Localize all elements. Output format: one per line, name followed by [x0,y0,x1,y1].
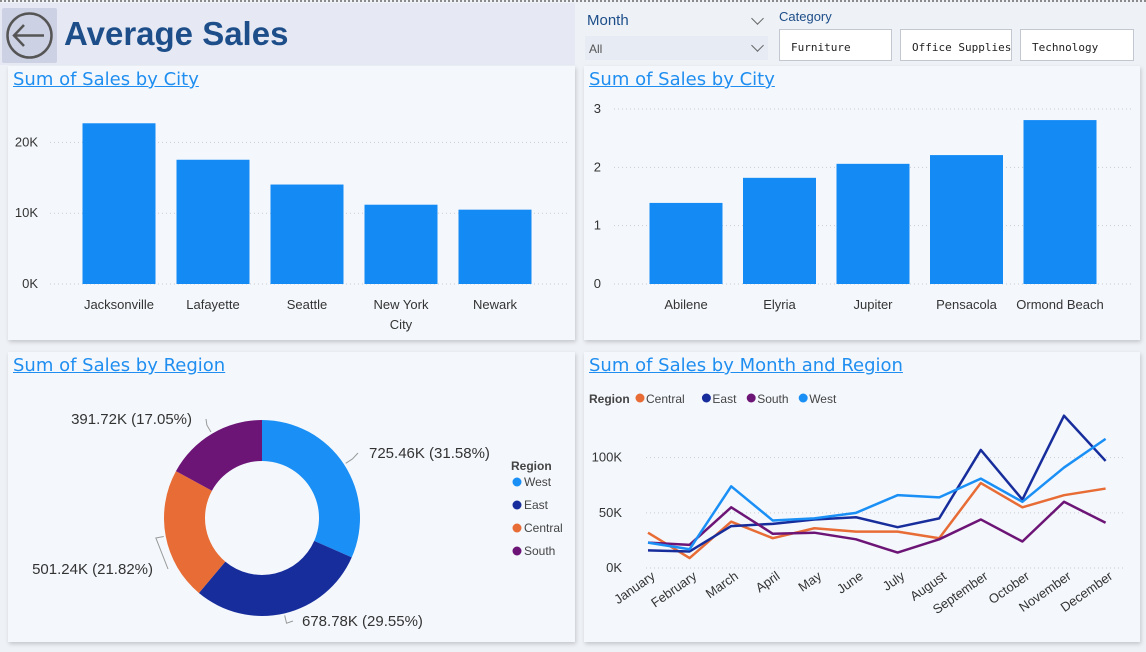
legend-label: West [524,475,552,489]
region-sales-panel: Sum of Sales by Region 725.46K (31.58%) 6… [8,352,575,642]
city-sales-panel-1: Sum of Sales by City 0K 10K 20K Jacksonvill… [8,66,575,340]
legend-title: Region [511,459,552,473]
month-dropdown[interactable]: All [585,36,768,60]
x-tick-label: Newark [473,297,518,312]
bar-new-york-city [364,204,438,284]
bar-pensacola [930,155,1003,284]
bar-ormond-beach [1023,120,1097,284]
x-tick-label: New York City [374,297,429,332]
leader-line [205,418,212,433]
x-tick-label: July [880,568,908,594]
top-dotted-border [0,0,1146,2]
city-bar-chart-2: 0 1 2 3 Abilene Elyria Jupiter Pensacola Ormond … [594,101,1134,312]
x-tick-label: May [795,568,824,595]
x-tick-label: April [753,568,783,595]
slice-west [262,420,361,558]
y-tick-label: 100K [592,450,623,465]
back-arrow-icon [6,12,53,59]
leader-line [345,452,359,464]
y-tick-label: 20K [15,134,38,149]
data-label: 391.72K (17.05%) [71,411,192,428]
bar-jacksonville [82,123,156,284]
bar-jupiter [836,163,910,284]
legend-marker-central [635,393,645,403]
legend-marker-east [701,393,711,403]
category-option-office-supplies[interactable]: Office Supplies [900,29,1012,61]
category-slicer-label: Category [779,9,832,24]
month-slicer-label: Month [587,12,629,29]
city-sales-panel-2: Sum of Sales by City 0 1 2 3 Abilene Elyria Ju… [584,66,1140,340]
data-label: 725.46K (31.58%) [369,445,490,462]
y-tick-label: 3 [594,101,601,116]
legend-title: Region [589,392,630,406]
bar-lafayette [176,159,250,284]
legend-label: Central [524,521,563,535]
bar-seattle [270,184,344,284]
month-region-line-chart: 0K50K100KRegion Central East South WestJanua… [589,392,1126,617]
x-tick-label: Jacksonville [84,297,154,312]
bar-abilene [649,202,723,284]
header-bar: Average Sales [0,3,575,65]
data-label: 501.24K (21.82%) [32,561,153,578]
month-dropdown-value: All [589,42,603,56]
leader-line [155,536,169,570]
x-tick-label: Seattle [287,297,327,312]
slice-east [198,540,352,616]
page-title: Average Sales [64,15,289,52]
legend-marker-west [798,393,808,403]
legend-marker-west [512,477,522,487]
month-region-panel: Sum of Sales by Month and Region 0K 50K 10… [584,352,1140,642]
x-tick-label: Elyria [763,297,796,312]
city-bar-chart-1: 0K 10K 20K Jacksonville Lafayette Seattle New … [15,123,568,332]
y-tick-label: 0 [594,276,601,291]
legend-marker-south [746,393,756,403]
x-tick-label: Jupiter [853,297,893,312]
month-slicer[interactable]: Month All [585,6,768,63]
legend-label: East [524,498,549,512]
y-tick-label: 0K [22,276,38,291]
legend-label: Central [646,392,685,406]
x-tick-label: Lafayette [186,297,240,312]
x-tick-label: March [703,568,741,601]
y-tick-label: 50K [599,505,622,520]
x-tick-label: Abilene [664,297,707,312]
bar-newark [458,209,532,284]
leader-line [284,615,294,624]
bar-elyria [743,177,816,284]
x-tick-label: February [648,568,700,610]
y-tick-label: 2 [594,159,601,174]
legend-marker-east [512,500,522,510]
legend-label: East [712,392,737,406]
chevron-down-icon[interactable] [751,12,764,25]
legend-label: South [757,392,788,406]
legend-label: West [809,392,837,406]
y-tick-label: 1 [594,218,601,233]
y-tick-label: 10K [15,205,38,220]
back-button[interactable] [2,8,57,63]
x-tick-label: Ormond Beach [1016,297,1103,312]
x-tick-label: Pensacola [936,297,997,312]
legend-marker-central [512,523,522,533]
legend-label: South [524,544,555,558]
data-label: 678.78K (29.55%) [302,613,423,630]
chevron-down-icon[interactable] [751,39,764,52]
x-tick-label: June [834,568,866,596]
category-option-furniture[interactable]: Furniture [779,29,892,61]
category-slicer: Category Furniture Office Supplies Techn… [777,6,1139,64]
region-donut-chart: 725.46K (31.58%) 678.78K (29.55%) 501.24K … [32,411,563,630]
y-tick-label: 0K [606,560,622,575]
category-option-technology[interactable]: Technology [1020,29,1134,61]
legend-marker-south [512,546,522,556]
